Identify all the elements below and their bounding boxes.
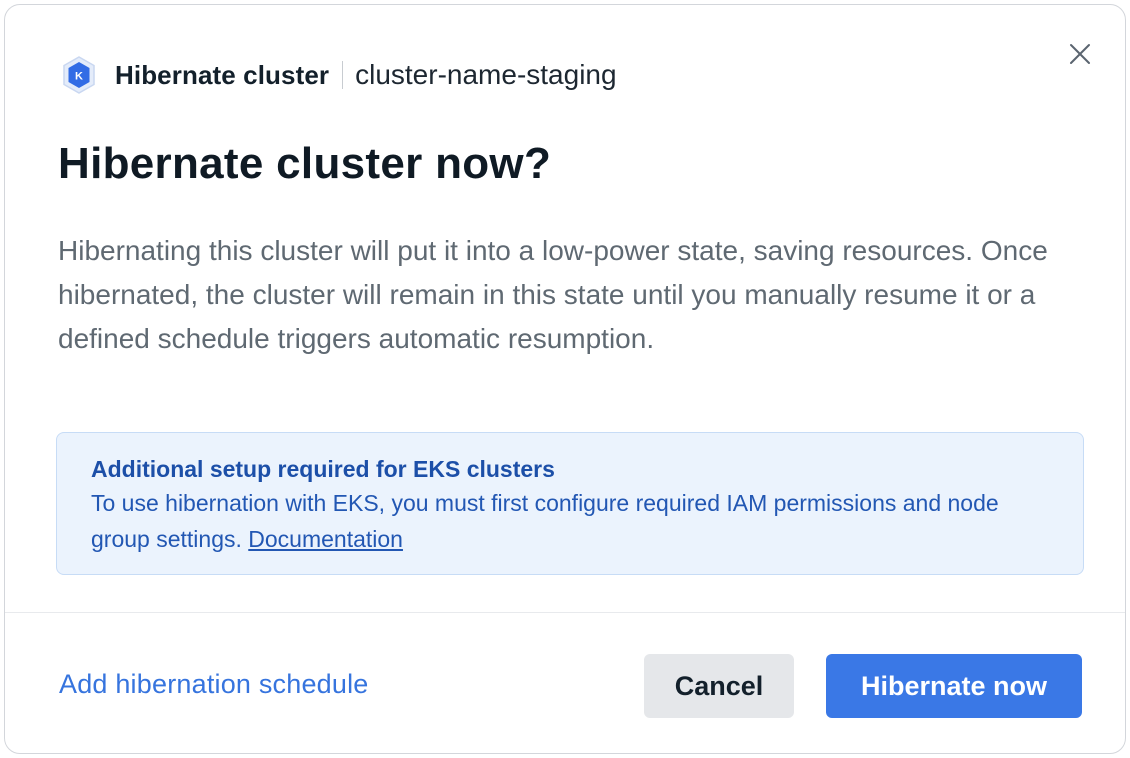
dialog-header: K Hibernate cluster cluster-name-staging bbox=[61, 55, 617, 95]
cancel-button[interactable]: Cancel bbox=[644, 654, 794, 718]
notice-body: To use hibernation with EKS, you must fi… bbox=[91, 485, 1049, 557]
dialog-header-title: Hibernate cluster bbox=[115, 59, 330, 90]
dialog-title: Hibernate cluster now? bbox=[58, 139, 552, 188]
dialog-description: Hibernating this cluster will put it int… bbox=[58, 235, 1048, 354]
svg-text:K: K bbox=[75, 71, 83, 83]
footer-divider bbox=[5, 612, 1125, 613]
documentation-link[interactable]: Documentation bbox=[248, 526, 403, 552]
eks-notice: Additional setup required for EKS cluste… bbox=[56, 432, 1084, 575]
hibernate-now-button[interactable]: Hibernate now bbox=[826, 654, 1082, 718]
notice-title: Additional setup required for EKS cluste… bbox=[91, 456, 555, 482]
header-divider bbox=[342, 61, 344, 89]
add-hibernation-schedule-link[interactable]: Add hibernation schedule bbox=[59, 669, 369, 700]
close-button[interactable] bbox=[1065, 39, 1095, 69]
cluster-name: cluster-name-staging bbox=[355, 59, 617, 90]
notice-body-text: To use hibernation with EKS, you must fi… bbox=[91, 490, 999, 552]
kubernetes-icon: K bbox=[61, 55, 97, 95]
close-icon bbox=[1070, 44, 1090, 64]
hibernate-cluster-dialog: K Hibernate cluster cluster-name-staging… bbox=[4, 4, 1126, 754]
